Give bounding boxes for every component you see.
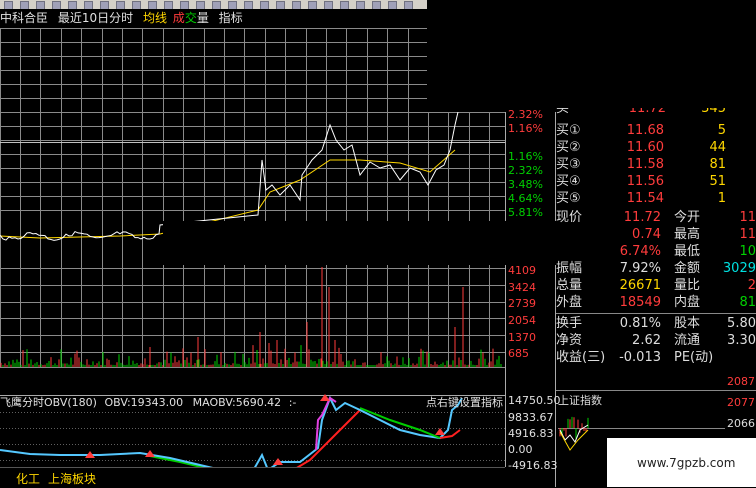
volume-axis-label: 2054 (508, 314, 536, 327)
set-indicator-hint[interactable]: 点右键设置指标 (426, 396, 503, 410)
divider (556, 390, 756, 391)
bottom-tab-bar: 化工 上海板块 (0, 467, 505, 488)
index-axis-label: 2077 (727, 396, 755, 409)
quote-row-bid: 买⑤ 11.54 1 (556, 191, 726, 206)
occluded-area (163, 221, 592, 265)
quote-row-turnover: 换手 0.81% 股本 5.80 (556, 316, 756, 331)
obv-axis-label: 14750.50 (508, 394, 561, 407)
quote-row-net-assets: 净资 2.62 流通 3.30 (556, 333, 756, 348)
quote-row-bid: 买① 11.68 5 (556, 123, 726, 138)
quote-row-bid: 买④ 11.56 51 (556, 174, 726, 189)
tab-shanghai-board[interactable]: 上海板块 (48, 470, 96, 487)
occluded-area (427, 0, 756, 112)
obv-value: OBV:19343.00 (104, 396, 184, 409)
quote-row-partial: 买 11.72 345 (556, 108, 726, 116)
obv-axis-label: -4916.83 (508, 459, 558, 472)
obv-axis-label: 0.00 (508, 443, 533, 456)
volume-axis-label: 4109 (508, 264, 536, 277)
obv-marker: :- (288, 396, 297, 409)
watermark-box: www.7gpzb.com (607, 438, 756, 487)
obv-title-bar: 飞鹰分时OBV(180) OBV:19343.00 MAOBV:5690.42 … (0, 396, 505, 410)
watermark-text: www.7gpzb.com (637, 456, 736, 470)
quote-row-change-pct: 6.74% 最低 10 (619, 244, 756, 259)
volume-axis-label: 1370 (508, 331, 536, 344)
index-axis-label: 2087 (727, 375, 755, 388)
volume-axis-label: 685 (508, 347, 529, 360)
divider (556, 313, 756, 314)
quote-row-amplitude: 振幅 7.92% 金额 3029 (556, 261, 756, 276)
quote-row-now: 现价 11.72 今开 11 (556, 210, 756, 225)
signal-arrow-icon (435, 428, 445, 435)
quote-stats: 现价 11.72 今开 11 0.74 最高 11 6.74% 最低 10 振幅… (556, 209, 756, 389)
quote-row-outer: 外盘 18549 内盘 81 (556, 295, 756, 310)
volume-axis-label: 2739 (508, 297, 536, 310)
index-axis-label: 2066 (727, 417, 755, 430)
quote-row-eps: 收益(三) -0.013 PE(动) (556, 350, 714, 365)
quote-row-total: 总量 26671 量比 2 (556, 278, 756, 293)
index-title[interactable]: 上证指数 (558, 392, 602, 408)
obv-axis-label: 9833.67 (508, 411, 554, 424)
maobv-value: MAOBV:5690.42 (192, 396, 282, 409)
quote-row-bid: 买③ 11.58 81 (556, 157, 726, 172)
tab-sector-chemical[interactable]: 化工 (16, 470, 40, 487)
obv-axis-label: 4916.83 (508, 427, 554, 440)
volume-axis-label: 3424 (508, 281, 536, 294)
obv-indicator-name[interactable]: 飞鹰分时OBV(180) (0, 396, 97, 409)
quote-row-bid: 买② 11.60 44 (556, 140, 726, 155)
quote-row-change: 0.74 最高 11 (632, 227, 756, 242)
